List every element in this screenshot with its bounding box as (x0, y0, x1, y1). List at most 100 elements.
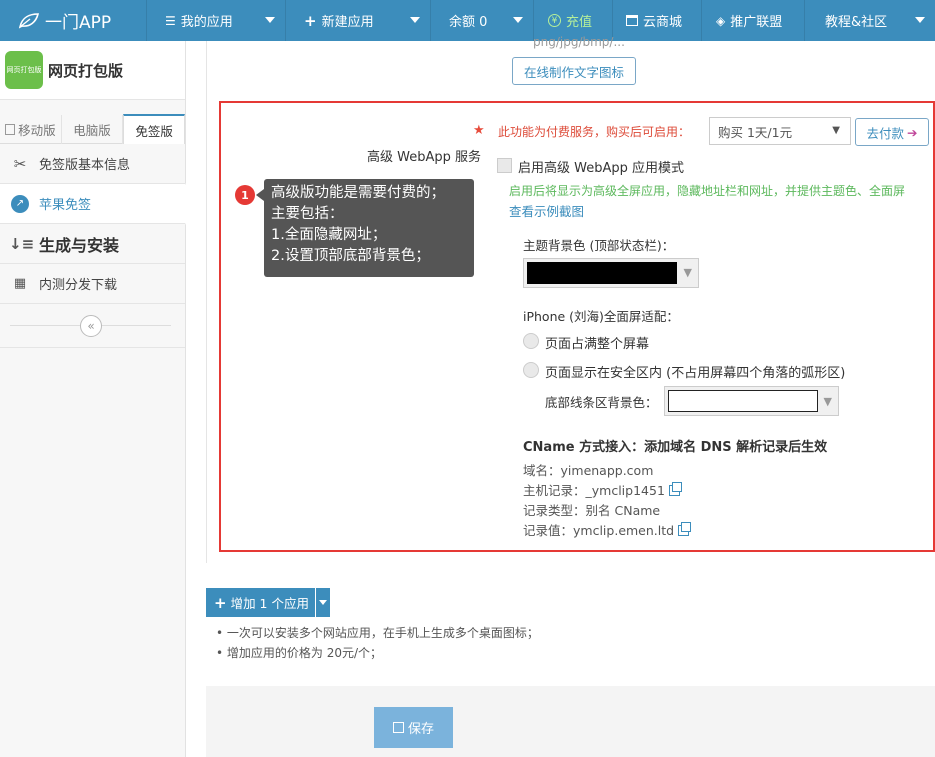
list-icon: ☰ (165, 13, 176, 28)
sidebar-item-build-install[interactable]: ↓≡ 生成与安装 (0, 224, 185, 264)
save-button[interactable]: 保存 (374, 707, 453, 748)
chevron-down-icon (915, 17, 925, 23)
radio-safe-area-label[interactable]: 页面显示在安全区内 (不占用屏幕四个角落的弧形区) (545, 362, 845, 381)
app-header: 网页打包版 网页打包版 (0, 41, 185, 100)
arrow-right-icon: ➔ (907, 124, 918, 140)
add-app-button[interactable]: + 增加 1 个应用 (206, 588, 315, 617)
cname-type-row: 记录类型：别名 CName (523, 500, 660, 519)
theme-color-swatch (527, 262, 677, 284)
collapse-sidebar-button[interactable]: « (80, 315, 102, 337)
app-logo: 网页打包版 (5, 51, 43, 89)
step-badge: 1 (235, 185, 255, 205)
enable-webapp-checkbox[interactable] (497, 158, 512, 173)
make-text-icon-button[interactable]: 在线制作文字图标 (512, 57, 636, 85)
tab-desktop[interactable]: 电脑版 (62, 115, 124, 144)
cname-value: ymclip.emen.ltd (573, 523, 675, 538)
yen-icon: ¥ (548, 14, 561, 27)
theme-color-select[interactable]: ▼ (523, 258, 699, 288)
buy-duration-select[interactable]: 购买 1天/1元 ▼ (709, 117, 851, 145)
enable-webapp-label[interactable]: 启用高级 WebApp 应用模式 (518, 157, 684, 176)
app-name: 网页打包版 (48, 61, 124, 80)
tab-free-sign[interactable]: 免签版 (123, 114, 186, 144)
copy-icon[interactable] (668, 482, 682, 496)
settings-panel: png/jpg/bmp/... 在线制作文字图标 ★ 此功能为付费服务，购买后可… (206, 35, 935, 563)
top-nav: 一门APP ☰ 我的应用 + 新建应用 余额 0 ¥ 充值 云商城 ◈ 推广联盟… (0, 0, 935, 41)
cname-value: 别名 CName (585, 503, 661, 518)
sidebar-item-label: 内测分发下载 (39, 278, 118, 293)
bottom-color-label: 底部线条区背景色： (545, 395, 658, 410)
paid-service-note: 此功能为付费服务，购买后可启用： (498, 125, 691, 139)
cname-key: 记录类型： (523, 503, 586, 518)
nav-tutorial[interactable]: 教程&社区 (805, 0, 935, 41)
cname-domain-row: 域名：yimenapp.com (523, 460, 653, 479)
nav-my-apps[interactable]: ☰ 我的应用 (147, 0, 286, 41)
shop-icon (626, 15, 638, 26)
buy-duration-value: 购买 1天/1元 (718, 124, 793, 140)
nav-tutorial-label: 教程&社区 (825, 15, 888, 30)
nav-cloud-shop[interactable]: 云商城 (613, 0, 702, 41)
floppy-icon (392, 722, 404, 733)
footer-bar: 保存 (206, 686, 935, 757)
main-content: png/jpg/bmp/... 在线制作文字图标 ★ 此功能为付费服务，购买后可… (186, 35, 935, 757)
qrcode-icon: ▦ (13, 276, 27, 291)
radio-full-screen-label[interactable]: 页面占满整个屏幕 (545, 333, 649, 352)
service-label: 高级 WebApp 服务 (367, 150, 482, 165)
brand-name: 一门APP (45, 13, 112, 33)
bottom-color-select[interactable]: ▼ (664, 386, 839, 416)
chevron-down-icon (265, 17, 275, 23)
plus-icon: + (304, 11, 317, 30)
tab-mobile-label: 移动版 (18, 123, 56, 138)
phone-icon (5, 124, 16, 135)
nav-my-apps-label: 我的应用 (180, 15, 233, 30)
add-app-label: 增加 1 个应用 (230, 596, 309, 611)
tab-free-sign-label: 免签版 (135, 123, 173, 139)
leaf-icon (18, 12, 40, 28)
nav-balance[interactable]: 余额 0 (431, 0, 534, 41)
nav-affiliate-label: 推广联盟 (730, 15, 783, 30)
chevron-down-icon (318, 600, 327, 605)
nav-recharge-label: 充值 (566, 15, 593, 30)
nav-cloud-shop-label: 云商城 (643, 15, 683, 30)
chevron-down-icon (410, 17, 420, 23)
sidebar-item-apple-free-sign[interactable]: ↗ 苹果免签 (0, 183, 196, 225)
cname-value-row: 记录值：ymclip.emen.ltd (523, 520, 692, 539)
add-app-group: + 增加 1 个应用 (206, 588, 330, 617)
radio-safe-area[interactable] (523, 362, 539, 378)
cname-value: _ymclip1451 (585, 483, 665, 498)
tab-desktop-label: 电脑版 (73, 123, 111, 138)
add-app-dropdown[interactable] (314, 588, 330, 617)
star-icon: ★ (473, 123, 485, 138)
compass-icon: ↗ (11, 194, 29, 213)
sidebar: 网页打包版 网页打包版 移动版 电脑版 免签版 ✂ 免签版基本信息 ↗ 苹果免签… (0, 41, 196, 757)
add-app-note-text: 一次可以安装多个网站应用，在手机上生成多个桌面图标； (226, 626, 539, 640)
chevron-down-icon: ▼ (832, 125, 840, 136)
brand-logo[interactable]: 一门APP (0, 0, 147, 41)
version-tabs: 移动版 电脑版 免签版 (0, 100, 186, 144)
add-app-note: • 一次可以安装多个网站应用，在手机上生成多个桌面图标； (216, 626, 539, 640)
tooltip-line: 高级版功能是需要付费的； (271, 185, 445, 201)
scissors-icon: ✂ (13, 154, 27, 173)
iphone-notch-label: iPhone (刘海)全面屏适配： (523, 309, 679, 324)
plus-icon: + (214, 593, 227, 612)
chevron-down-icon: ▼ (683, 266, 692, 279)
nav-balance-label: 余额 0 (449, 15, 488, 30)
nav-affiliate[interactable]: ◈ 推广联盟 (702, 0, 805, 41)
annotation-tooltip: 高级版功能是需要付费的； 主要包括： 1.全面隐藏网址； 2.设置顶部底部背景色… (264, 179, 474, 277)
nav-new-app[interactable]: + 新建应用 (286, 0, 431, 41)
sample-screenshot-link[interactable]: 查看示例截图 (509, 201, 584, 220)
add-app-note-text: 增加应用的价格为 20元/个； (226, 646, 383, 660)
sort-down-icon: ↓≡ (9, 234, 35, 253)
chevron-down-icon (513, 17, 523, 23)
advanced-webapp-section: ★ 此功能为付费服务，购买后可启用： 购买 1天/1元 ▼ 去付款 ➔ 高级 W… (219, 101, 935, 552)
add-app-note: • 增加应用的价格为 20元/个； (216, 646, 383, 660)
sidebar-item-label: 生成与安装 (39, 235, 120, 255)
copy-icon[interactable] (678, 522, 692, 536)
pay-button[interactable]: 去付款 ➔ (855, 118, 929, 146)
tab-mobile[interactable]: 移动版 (0, 115, 62, 144)
sidebar-item-basic-info[interactable]: ✂ 免签版基本信息 (0, 144, 185, 184)
tooltip-line: 2.设置顶部底部背景色； (271, 248, 430, 264)
sidebar-item-beta-distribution[interactable]: ▦ 内测分发下载 (0, 264, 185, 304)
save-button-label: 保存 (407, 722, 434, 737)
cname-host-row: 主机记录：_ymclip1451 (523, 480, 682, 499)
radio-full-screen[interactable] (523, 333, 539, 349)
